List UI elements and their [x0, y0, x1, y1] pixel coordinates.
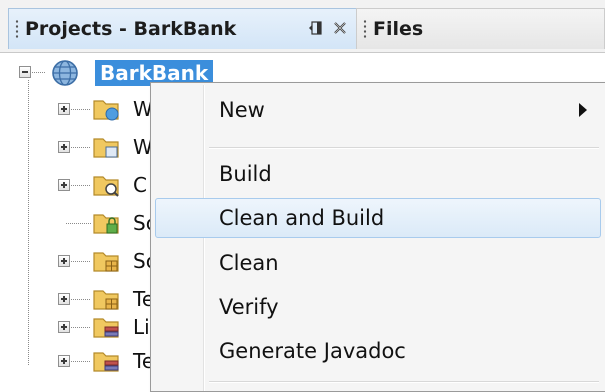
tree-connector: [71, 185, 91, 186]
expand-toggle-icon[interactable]: [58, 293, 70, 305]
drag-grip-icon[interactable]: [15, 19, 19, 39]
tree-node-label[interactable]: C: [133, 172, 147, 198]
tree-node-label[interactable]: Li: [133, 314, 150, 340]
test-libraries-folder-icon: [92, 347, 122, 379]
menu-item-label: Build: [219, 162, 272, 186]
expand-toggle-icon[interactable]: [58, 179, 70, 191]
tree-connector: [66, 223, 91, 224]
close-x-icon[interactable]: [331, 19, 349, 37]
menu-item-verify[interactable]: Verify: [155, 287, 601, 327]
drag-grip-icon[interactable]: [363, 19, 367, 39]
menu-item-generate-javadoc[interactable]: Generate Javadoc: [155, 331, 601, 371]
window-tab-bar: Projects - BarkBank Files: [0, 0, 605, 53]
menu-item-label: New: [219, 98, 265, 122]
web-pages-folder-icon: [92, 95, 122, 127]
tab-files[interactable]: Files: [356, 8, 605, 49]
expand-toggle-icon[interactable]: [58, 103, 70, 115]
tab-projects-label: Projects - BarkBank: [25, 18, 237, 40]
tree-connector: [71, 299, 91, 300]
expand-toggle-icon[interactable]: [58, 141, 70, 153]
tab-files-label: Files: [373, 18, 424, 40]
menu-item-label: Clean: [219, 251, 279, 275]
menu-item-label: Generate Javadoc: [219, 339, 406, 363]
tree-connector: [71, 147, 91, 148]
source-packages-folder-icon: [92, 247, 122, 279]
menu-item-label: Clean and Build: [219, 206, 385, 230]
tree-connector: [71, 109, 91, 110]
menu-item-new[interactable]: New: [155, 90, 601, 130]
config-files-folder-icon: [92, 171, 122, 203]
minimize-window-icon[interactable]: [307, 19, 325, 37]
tree-connector: [71, 261, 91, 262]
expand-toggle-icon[interactable]: [58, 255, 70, 267]
tree-connector: [32, 72, 46, 73]
context-menu: New Build Clean and Build Clean Verify G…: [150, 82, 605, 392]
tree-connector: [28, 80, 29, 366]
server-resources-folder-icon: [92, 209, 122, 241]
libraries-folder-icon: [92, 313, 122, 345]
menu-item-clean[interactable]: Clean: [155, 243, 601, 283]
menu-item-clean-and-build[interactable]: Clean and Build: [155, 198, 601, 238]
collapse-toggle-icon[interactable]: [19, 66, 31, 78]
tree-connector: [71, 327, 91, 328]
submenu-arrow-icon: [579, 103, 587, 117]
expand-toggle-icon[interactable]: [58, 355, 70, 367]
menu-separator: [209, 147, 599, 149]
menu-item-build[interactable]: Build: [155, 154, 601, 194]
expand-toggle-icon[interactable]: [58, 321, 70, 333]
tree-connector: [71, 361, 91, 362]
menu-separator: [209, 381, 599, 383]
tab-projects[interactable]: Projects - BarkBank: [8, 8, 360, 49]
globe-icon: [50, 58, 80, 92]
menu-item-label: Verify: [219, 295, 279, 319]
web-inf-folder-icon: [92, 133, 122, 165]
